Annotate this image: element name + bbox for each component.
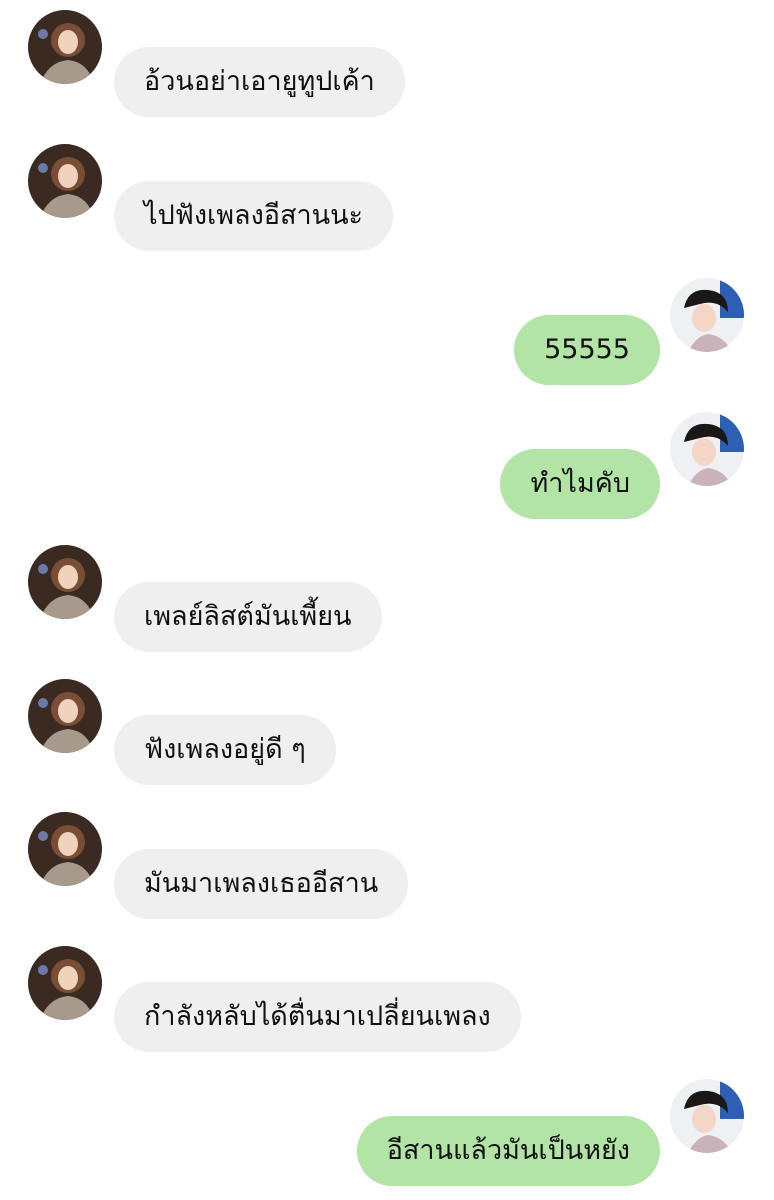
user-avatar-icon	[670, 412, 744, 486]
girl-avatar-icon	[28, 946, 102, 1020]
girl-avatar-icon	[28, 144, 102, 218]
own-avatar[interactable]	[670, 1079, 744, 1153]
girl-avatar-icon	[28, 812, 102, 886]
girl-avatar-icon	[28, 545, 102, 619]
girl-avatar-icon	[28, 10, 102, 84]
sender-avatar[interactable]	[28, 812, 102, 886]
incoming-message[interactable]: มันมาเพลงเธออีสาน	[114, 849, 409, 919]
own-avatar[interactable]	[670, 412, 744, 486]
sender-avatar[interactable]	[28, 144, 102, 218]
outgoing-message[interactable]: ทำไมคับ	[500, 449, 660, 519]
incoming-message[interactable]: ไปฟังเพลงอีสานนะ	[114, 181, 394, 251]
sender-avatar[interactable]	[28, 10, 102, 84]
sender-avatar[interactable]	[28, 679, 102, 753]
outgoing-message[interactable]: 55555	[514, 315, 660, 385]
incoming-message[interactable]: ฟังเพลงอยู่ดี ๆ	[114, 715, 336, 785]
outgoing-message[interactable]: อีสานแล้วมันเป็นหยัง	[356, 1116, 660, 1186]
incoming-message[interactable]: อ้วนอย่าเอายูทูปเค้า	[114, 47, 405, 117]
own-avatar[interactable]	[670, 278, 744, 352]
incoming-message[interactable]: กำลังหลับได้ตื่นมาเปลี่ยนเพลง	[114, 982, 521, 1052]
user-avatar-icon	[670, 278, 744, 352]
incoming-message[interactable]: เพลย์ลิสต์มันเพี้ยน	[114, 582, 382, 652]
sender-avatar[interactable]	[28, 946, 102, 1020]
girl-avatar-icon	[28, 679, 102, 753]
sender-avatar[interactable]	[28, 545, 102, 619]
chat-thread: อ้วนอย่าเอายูทูปเค้า ไปฟังเพลงอีสานนะ 55…	[0, 0, 774, 1200]
user-avatar-icon	[670, 1079, 744, 1153]
